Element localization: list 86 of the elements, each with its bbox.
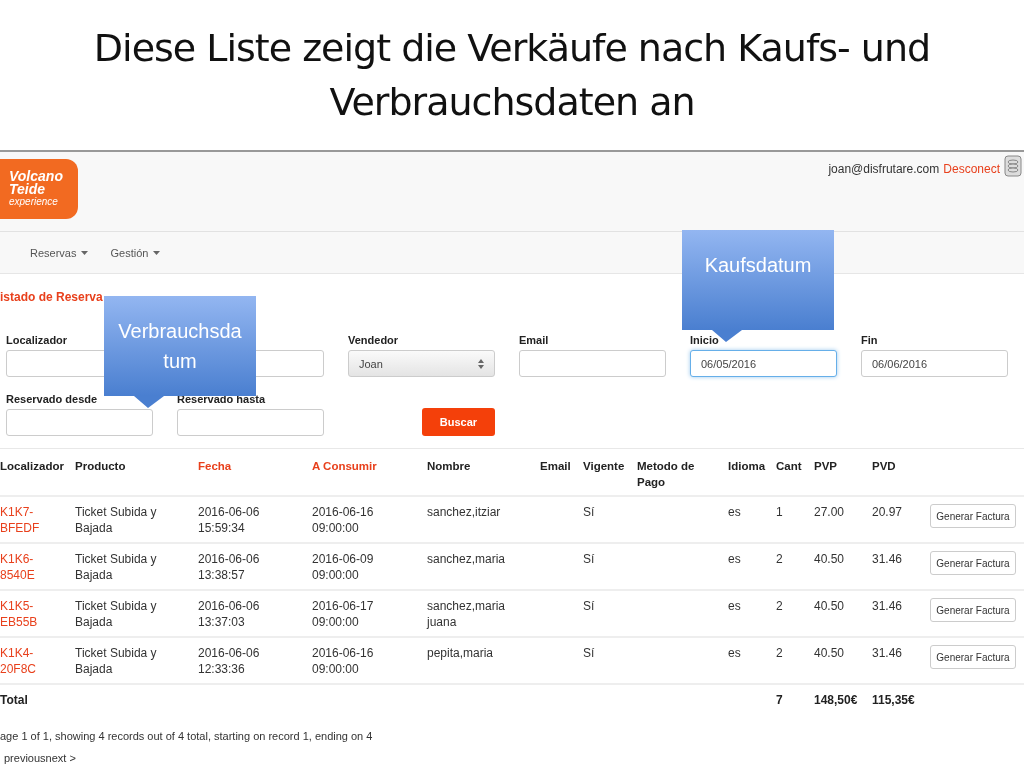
table-cell-text: sanchez,maria juana <box>427 598 507 630</box>
table-cell-text: 2016-06-16 09:00:00 <box>312 504 375 536</box>
table-cell-text: 40.50 <box>814 645 846 661</box>
table-cell-text: 2016-06-17 09:00:00 <box>312 598 375 630</box>
table-cell-text: Sí <box>583 504 596 520</box>
caret-icon <box>153 250 161 255</box>
table-cell-text: 2016-06-06 12:33:36 <box>198 645 261 677</box>
column-header: Email <box>540 460 571 472</box>
table-cell-text: 27.00 <box>814 504 846 520</box>
section-title: istado de Reserva <box>0 289 104 306</box>
total-cell-text: 115,35€ <box>872 692 916 708</box>
table-cell-text: Ticket Subida y Bajada <box>75 504 158 536</box>
invoice-button[interactable]: Generar Factura <box>930 504 1016 528</box>
column-header: Vigente <box>583 460 625 472</box>
table-cell-text: 1 <box>776 504 784 520</box>
user-email: joan@disfrutare.com <box>828 162 940 176</box>
table-cell-text: 2 <box>776 598 784 614</box>
table-cell-text: Sí <box>583 645 596 661</box>
table-cell-text: 2016-06-06 13:38:57 <box>198 551 261 583</box>
field-label: Email <box>519 334 550 346</box>
table-cell-text: Ticket Subida y Bajada <box>75 598 158 630</box>
table-cell-text: sanchez,maria <box>427 551 507 567</box>
table-cell-text: 2016-06-09 09:00:00 <box>312 551 375 583</box>
invoice-button[interactable]: Generar Factura <box>930 645 1016 669</box>
column-header: Idioma <box>728 460 766 472</box>
coin-stack-icon[interactable] <box>1004 155 1022 177</box>
table-cell-text: es <box>728 504 742 520</box>
booking-link[interactable]: K1K4-20F8C <box>0 645 67 677</box>
table-cell-text: Ticket Subida y Bajada <box>75 645 158 677</box>
invoice-button[interactable]: Generar Factura <box>930 598 1016 622</box>
input-field[interactable]: 06/06/2016 <box>861 350 1008 377</box>
pagination-info: age 1 of 1, showing 4 records out of 4 total, starting on record 1, ending on 4 <box>0 730 373 742</box>
table-cell-text: 2016-06-06 13:37:03 <box>198 598 261 630</box>
invoice-button[interactable]: Generar Factura <box>930 551 1016 575</box>
table-cell-text: sanchez,itziar <box>427 504 502 520</box>
pager-links[interactable]: previousnext > <box>4 752 76 764</box>
column-header: Metodo de Pago <box>637 460 695 488</box>
input-field[interactable] <box>519 350 666 377</box>
table-cell-text: pepita,maria <box>427 645 495 661</box>
table-cell-text: 40.50 <box>814 598 846 614</box>
table-cell-text: 2016-06-16 09:00:00 <box>312 645 375 677</box>
slide-title: Diese Liste zeigt die Verkäufe nach Kaufs- und Verbrauchsdaten an <box>92 25 932 126</box>
column-header: Localizador <box>0 460 64 472</box>
column-header[interactable]: A Consumir <box>312 460 377 472</box>
table-cell-text: 2 <box>776 645 784 661</box>
table-cell-text: es <box>728 598 742 614</box>
caret-icon <box>81 250 89 255</box>
table-cell-text: 31.46 <box>872 551 904 567</box>
field-label: Reservado desde <box>6 393 99 405</box>
search-button[interactable]: Buscar <box>422 408 495 436</box>
nav-menu[interactable]: Gestión <box>110 246 161 259</box>
total-cell-text: 7 <box>776 692 784 708</box>
logout-link[interactable]: Desconect <box>943 162 1000 176</box>
column-header: PVP <box>814 460 837 472</box>
nav-menu[interactable]: Reservas <box>30 246 89 259</box>
input-field[interactable]: 06/05/2016 <box>690 350 837 377</box>
total-label: Total <box>0 692 29 708</box>
booking-link[interactable]: K1K6-8540E <box>0 551 67 583</box>
field-label: Inicio <box>690 334 720 346</box>
total-cell-text: 148,50€ <box>814 692 859 708</box>
table-cell-text: 31.46 <box>872 645 904 661</box>
booking-link[interactable]: K1K5-EB55B <box>0 598 67 630</box>
select-field[interactable]: Joan <box>348 350 495 377</box>
table-cell-text: es <box>728 645 742 661</box>
table-cell-text: Sí <box>583 598 596 614</box>
field-label: Fin <box>861 334 879 346</box>
booking-link[interactable]: K1K7-BFEDF <box>0 504 67 536</box>
column-header: Nombre <box>427 460 471 472</box>
input-field[interactable] <box>6 409 153 436</box>
input-field[interactable] <box>177 409 324 436</box>
column-header: Cant <box>776 460 802 472</box>
column-header[interactable]: Fecha <box>198 460 232 472</box>
column-header: Producto <box>75 460 126 472</box>
select-arrows-icon <box>478 358 484 369</box>
field-label: Reservado hasta <box>177 393 267 405</box>
table-cell-text: Ticket Subida y Bajada <box>75 551 158 583</box>
field-label: Vendedor <box>348 334 400 346</box>
table-cell-text: 31.46 <box>872 598 904 614</box>
field-label: Localizador <box>6 334 69 346</box>
table-cell-text: es <box>728 551 742 567</box>
table-cell-text: 20.97 <box>872 504 904 520</box>
table-cell-text: 40.50 <box>814 551 846 567</box>
table-cell-text: Sí <box>583 551 596 567</box>
table-cell-text: 2 <box>776 551 784 567</box>
column-header: PVD <box>872 460 896 472</box>
table-cell-text: 2016-06-06 15:59:34 <box>198 504 261 536</box>
